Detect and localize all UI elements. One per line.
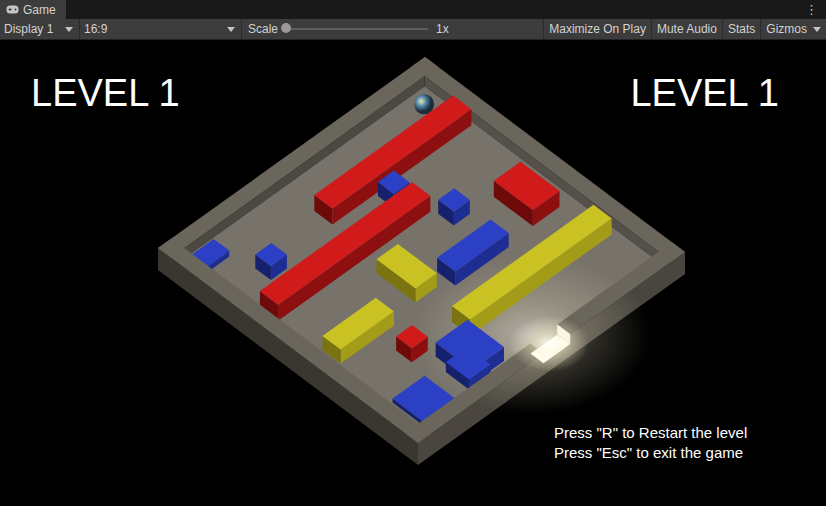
- board-floor: [184, 86, 658, 433]
- scale-label: Scale: [248, 22, 278, 36]
- game-toolbar: Display 1 16:9 Scale 1x Maximize On Play Mute…: [0, 19, 826, 40]
- dropdown-arrow-icon: [65, 27, 73, 32]
- scale-slider[interactable]: [286, 28, 428, 30]
- block-top: [260, 182, 430, 305]
- scale-knob[interactable]: [281, 23, 291, 33]
- scale-value: 1x: [436, 22, 449, 36]
- instruction-line: Press "R" to Restart the level: [554, 423, 747, 443]
- ball: [414, 94, 434, 114]
- toolbar-toggle[interactable]: Gizmos: [760, 19, 826, 39]
- gamepad-icon: [6, 5, 19, 14]
- tab-label: Game: [23, 3, 56, 17]
- block-top: [255, 243, 287, 266]
- block-top: [437, 220, 509, 272]
- scale-control: Scale 1x: [242, 19, 455, 39]
- block-top: [314, 96, 471, 209]
- toggle-label: Gizmos: [766, 22, 807, 36]
- toggle-label: Maximize On Play: [549, 22, 646, 36]
- block-top: [452, 205, 612, 320]
- instructions: Press "R" to Restart the levelPress "Esc…: [554, 423, 747, 463]
- display-label: Display 1: [4, 22, 53, 36]
- block-top: [494, 162, 560, 210]
- toolbar-toggle[interactable]: Maximize On Play: [543, 19, 651, 39]
- toolbar-toggle[interactable]: Stats: [722, 19, 760, 39]
- toggle-label: Stats: [728, 22, 755, 36]
- block-top: [438, 188, 470, 211]
- aspect-label: 16:9: [84, 22, 107, 36]
- level-label-right: LEVEL 1: [630, 71, 779, 115]
- wall-top: [557, 242, 685, 334]
- game-tab[interactable]: Game: [0, 0, 66, 19]
- exit-glow: [509, 316, 589, 372]
- dropdown-arrow-icon: [813, 27, 821, 32]
- block-top: [322, 298, 394, 350]
- game-view[interactable]: LEVEL 1 LEVEL 1 Press "R" to Restart the l…: [0, 40, 826, 506]
- level-label-left: LEVEL 1: [31, 71, 180, 115]
- toggle-label: Mute Audio: [657, 22, 717, 36]
- block-top: [377, 244, 437, 289]
- tab-bar: Game ⋮: [0, 0, 826, 19]
- wall-top: [158, 238, 431, 443]
- toolbar-toggle[interactable]: Mute Audio: [651, 19, 722, 39]
- dropdown-arrow-icon: [227, 27, 235, 32]
- display-dropdown[interactable]: Display 1: [0, 19, 80, 39]
- instruction-line: Press "Esc" to exit the game: [554, 443, 747, 463]
- block-top: [396, 325, 428, 348]
- aspect-dropdown[interactable]: 16:9: [80, 19, 242, 39]
- menu-icon[interactable]: ⋮: [797, 0, 826, 19]
- block-top: [446, 347, 491, 380]
